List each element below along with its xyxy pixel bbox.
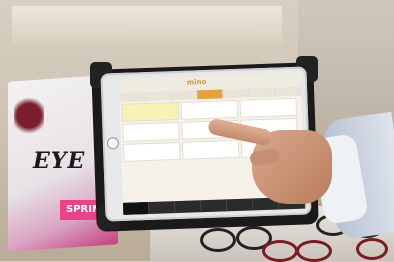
bottom-nav-item[interactable] [123, 202, 150, 215]
tab[interactable] [145, 91, 172, 102]
tab-active[interactable] [197, 89, 224, 100]
eyeglasses-red [356, 238, 388, 260]
eyeglasses-red [296, 240, 332, 262]
store-scene: EYE SPRING mino [0, 0, 394, 262]
ceiling-light [12, 6, 282, 46]
phrase-card[interactable] [121, 101, 180, 122]
eyeglasses [200, 228, 236, 252]
tab[interactable] [275, 86, 302, 97]
bottom-nav-item[interactable] [174, 200, 202, 214]
app-logo: mino [186, 77, 207, 87]
phrase-card[interactable] [180, 99, 239, 120]
eyeglasses-red [262, 240, 298, 262]
bottom-nav-item[interactable] [226, 198, 254, 212]
phrase-card[interactable] [181, 139, 240, 160]
phrase-card[interactable] [122, 141, 181, 162]
phrase-card[interactable] [239, 97, 298, 118]
tab[interactable] [171, 90, 198, 101]
poster-flowers [14, 98, 44, 142]
tab[interactable] [119, 92, 146, 102]
bottom-nav-item[interactable] [200, 199, 228, 213]
bottom-nav-item[interactable] [148, 201, 176, 215]
poster-brand-text: EYE [33, 148, 86, 174]
tab[interactable] [223, 88, 250, 99]
home-button[interactable] [106, 137, 120, 150]
phrase-card[interactable] [122, 121, 180, 142]
tab[interactable] [249, 87, 276, 98]
